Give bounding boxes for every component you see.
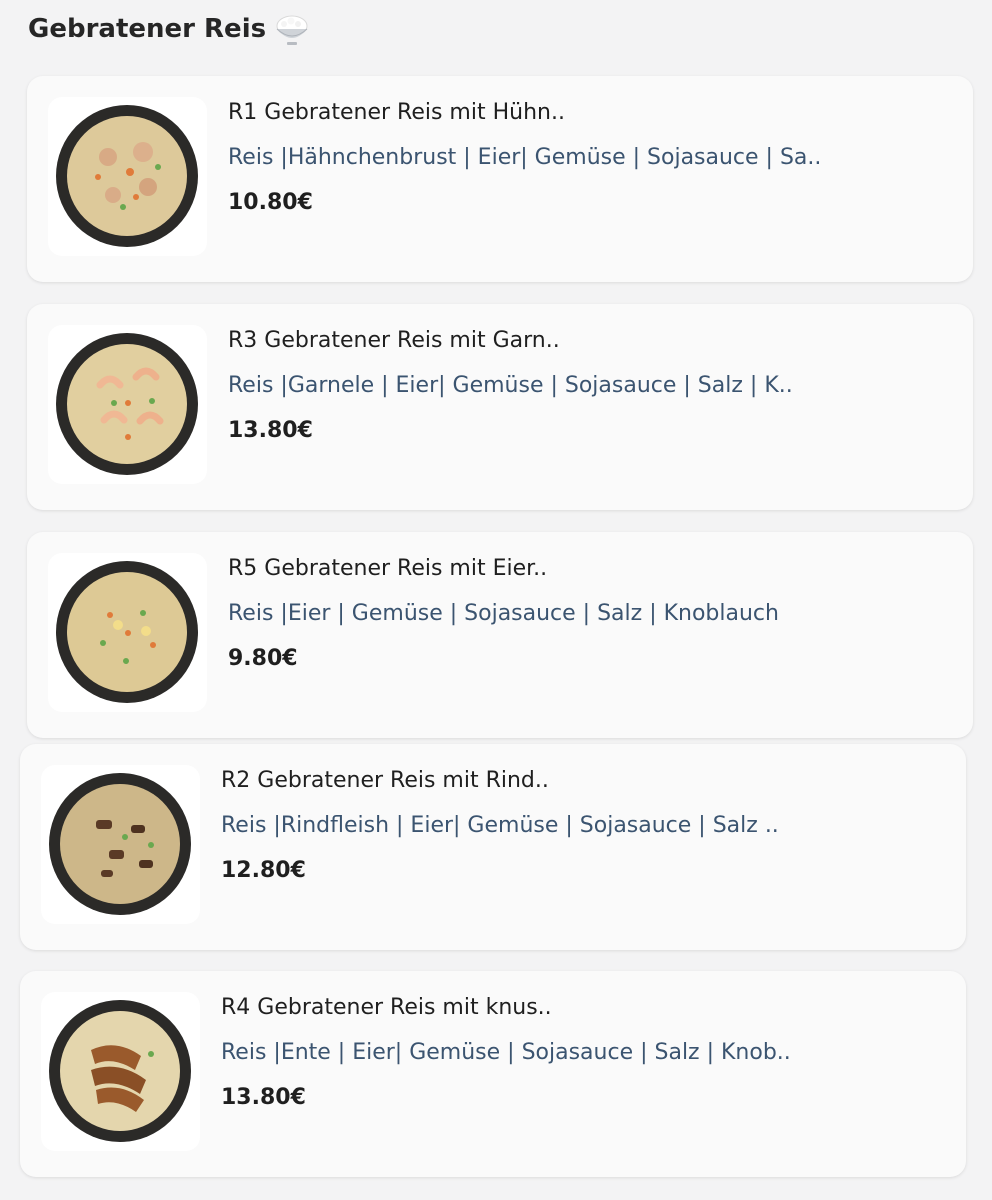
item-price: 12.80€ <box>221 858 306 883</box>
item-name: R1 Gebratener Reis mit Hühn.. <box>228 100 565 125</box>
item-price: 13.80€ <box>221 1085 306 1110</box>
item-name: R2 Gebratener Reis mit Rind.. <box>221 768 549 793</box>
item-price: 9.80€ <box>228 646 298 671</box>
item-ingredients: Reis |Eier | Gemüse | Sojasauce | Salz |… <box>228 601 779 626</box>
item-name: R3 Gebratener Reis mit Garn.. <box>228 328 560 353</box>
menu-page: Gebratener Reis R1 Gebratener Reis mit H… <box>0 0 992 1200</box>
item-name: R5 Gebratener Reis mit Eier.. <box>228 556 548 581</box>
fried-rice-beef-image <box>41 765 200 924</box>
item-ingredients: Reis |Ente | Eier| Gemüse | Sojasauce | … <box>221 1040 791 1065</box>
item-price: 10.80€ <box>228 190 313 215</box>
rice-bowl-icon <box>272 9 312 49</box>
menu-item-card[interactable]: R3 Gebratener Reis mit Garn.. Reis |Garn… <box>27 304 973 510</box>
section-title: Gebratener Reis <box>28 14 267 44</box>
item-ingredients: Reis |Hähnchenbrust | Eier| Gemüse | Soj… <box>228 145 822 170</box>
item-price: 13.80€ <box>228 418 313 443</box>
section-header: Gebratener Reis <box>28 8 312 50</box>
item-ingredients: Reis |Rindfleish | Eier| Gemüse | Sojasa… <box>221 813 779 838</box>
fried-rice-shrimp-image <box>48 325 207 484</box>
menu-item-card[interactable]: R5 Gebratener Reis mit Eier.. Reis |Eier… <box>27 532 973 738</box>
fried-rice-chicken-image <box>48 97 207 256</box>
fried-rice-egg-image <box>48 553 207 712</box>
fried-rice-duck-image <box>41 992 200 1151</box>
menu-item-card[interactable]: R2 Gebratener Reis mit Rind.. Reis |Rind… <box>20 744 966 950</box>
item-ingredients: Reis |Garnele | Eier| Gemüse | Sojasauce… <box>228 373 793 398</box>
menu-item-card[interactable]: R4 Gebratener Reis mit knus.. Reis |Ente… <box>20 971 966 1177</box>
menu-item-card[interactable]: R1 Gebratener Reis mit Hühn.. Reis |Hähn… <box>27 76 973 282</box>
item-name: R4 Gebratener Reis mit knus.. <box>221 995 552 1020</box>
